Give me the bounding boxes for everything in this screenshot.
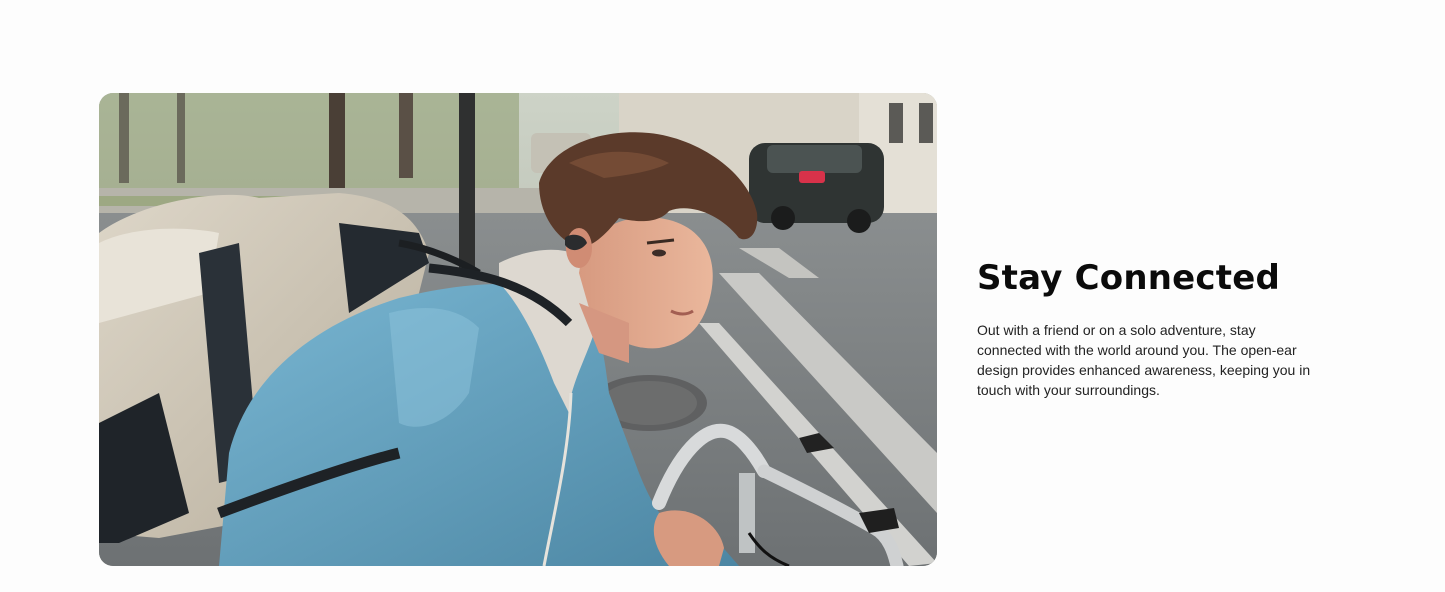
feature-description: Out with a friend or on a solo adventure… — [977, 322, 1311, 398]
feature-photo — [99, 93, 937, 566]
feature-heading: Stay Connected — [977, 258, 1281, 298]
feature-section: Stay Connected Out with a friend or on a… — [0, 0, 1445, 592]
feature-text: Stay Connected Out with a friend or on a… — [977, 256, 1337, 400]
cyclist-illustration — [99, 93, 937, 566]
